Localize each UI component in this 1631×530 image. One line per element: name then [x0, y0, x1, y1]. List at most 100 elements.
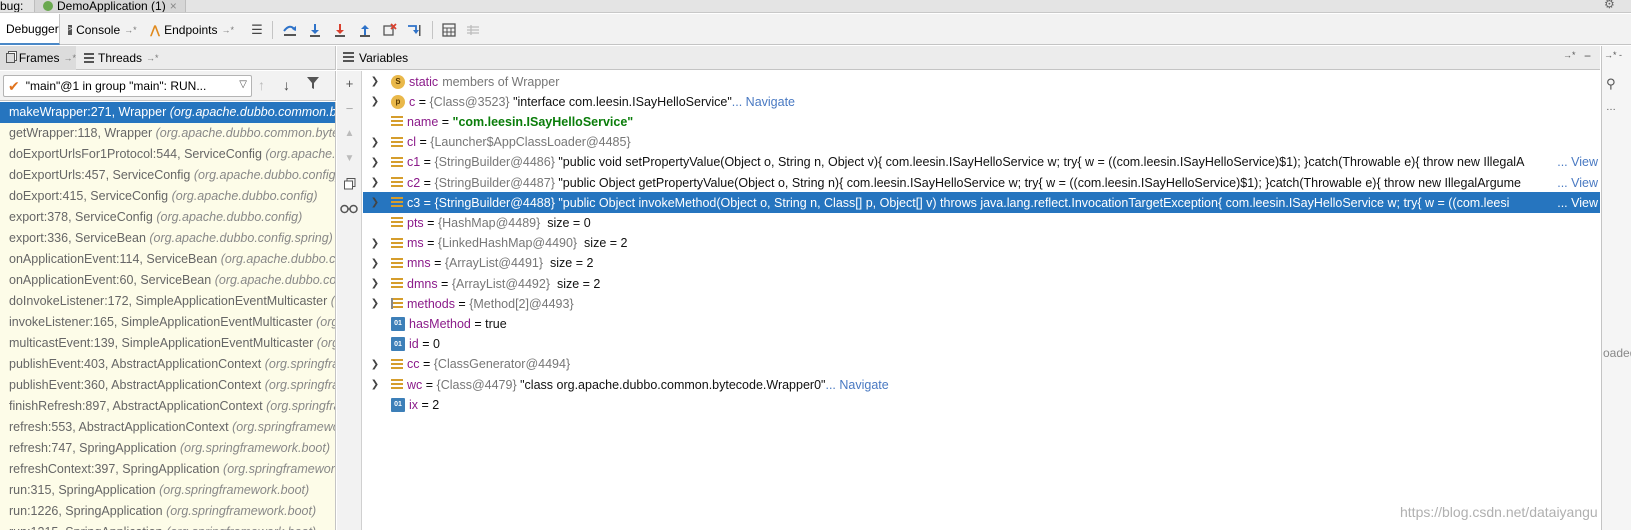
pin-icon[interactable]: →* — [1563, 50, 1576, 60]
variable-name: static — [409, 74, 439, 89]
thread-selector-value: "main"@1 in group "main": RUN... — [25, 79, 207, 93]
navigate-link[interactable]: ... Navigate — [732, 95, 795, 109]
variable-value: true — [485, 316, 507, 331]
minimize-icon[interactable]: − — [1584, 49, 1591, 63]
run-tab-demo-application[interactable]: DemoApplication (1) × — [34, 0, 186, 12]
view-link[interactable]: ... View — [1554, 155, 1598, 170]
variable-ref: {Launcher$AppClassLoader@4485} — [430, 135, 631, 150]
field-icon — [391, 177, 403, 188]
tab-label: Threads — [98, 51, 143, 65]
array-icon — [391, 298, 403, 310]
frame-item[interactable]: run:1226, SpringApplication (org.springf… — [0, 501, 335, 522]
variable-value: size = 2 — [577, 236, 628, 251]
frame-item[interactable]: onApplicationEvent:114, ServiceBean (org… — [0, 249, 335, 270]
chevron-right-icon[interactable]: ❯ — [369, 177, 381, 188]
variable-row[interactable]: 01 ix = 2 — [363, 394, 1600, 415]
step-over-icon[interactable] — [281, 21, 299, 39]
frame-item[interactable]: doInvokeListener:172, SimpleApplicationE… — [0, 291, 335, 312]
frame-item[interactable]: publishEvent:360, AbstractApplicationCon… — [0, 375, 335, 396]
chevron-right-icon[interactable]: ❯ — [369, 238, 381, 249]
frame-item[interactable]: getWrapper:118, Wrapper (org.apache.dubb… — [0, 123, 335, 144]
frame-item[interactable]: doExportUrlsFor1Protocol:544, ServiceCon… — [0, 144, 335, 165]
drop-frame-icon[interactable] — [381, 21, 399, 39]
arrow-up-icon[interactable]: ↑ — [258, 77, 265, 93]
hamburger-menu-icon[interactable]: ☰ — [248, 21, 266, 39]
step-into-icon[interactable] — [306, 21, 324, 39]
variable-value: size = 2 — [543, 256, 594, 271]
step-out-icon[interactable] — [356, 21, 374, 39]
tab-frames[interactable]: Frames →* — [0, 46, 76, 70]
tab-console[interactable]: > Console →* — [62, 14, 142, 45]
variable-row[interactable]: ❯ mns = {ArrayList@4491} size = 2 — [363, 253, 1600, 274]
variable-row[interactable]: ❯ c3 = {StringBuilder@4488} "public Objec… — [363, 192, 1600, 214]
frame-item[interactable]: run:315, SpringApplication (org.springfr… — [0, 480, 335, 501]
gear-icon[interactable]: ⚙ — [1604, 0, 1615, 10]
chevron-right-icon[interactable]: ❯ — [369, 379, 381, 390]
pin-icon[interactable]: →* — [146, 53, 159, 63]
pin-icon[interactable]: →* — [222, 25, 235, 35]
thread-selector[interactable]: ✔ "main"@1 in group "main": RUN... ▽ — [3, 75, 252, 97]
chevron-right-icon[interactable]: ❯ — [369, 137, 381, 148]
pin-icon[interactable]: →* — [63, 53, 76, 63]
variable-row[interactable]: ❯ ms = {LinkedHashMap@4490} size = 2 — [363, 233, 1600, 254]
frame-item[interactable]: refresh:553, AbstractApplicationContext … — [0, 417, 335, 438]
frame-item[interactable]: refreshContext:397, SpringApplication (o… — [0, 459, 335, 480]
view-link[interactable]: ... View — [1554, 195, 1598, 210]
pin-icon[interactable]: →* - — [1604, 50, 1622, 60]
filter-icon[interactable] — [306, 76, 320, 90]
variable-row[interactable]: ❯ cl = {Launcher$AppClassLoader@4485} — [363, 132, 1600, 153]
variable-row[interactable]: 01 id = 0 — [363, 334, 1600, 355]
chevron-right-icon[interactable]: ❯ — [369, 359, 381, 370]
variables-toolbar: + − ▲ ▼ — [337, 71, 362, 530]
tab-debugger[interactable]: Debugger — [0, 14, 60, 45]
more-icon[interactable]: … — [1606, 102, 1616, 113]
search-icon[interactable]: ⚲ — [1606, 76, 1616, 92]
chevron-right-icon[interactable]: ❯ — [369, 96, 381, 107]
frame-item[interactable]: refresh:747, SpringApplication (org.spri… — [0, 438, 335, 459]
frame-item[interactable]: doExportUrls:457, ServiceConfig (org.apa… — [0, 165, 335, 186]
chevron-right-icon[interactable]: ❯ — [369, 157, 381, 168]
chevron-right-icon[interactable]: ❯ — [369, 298, 381, 309]
tab-threads[interactable]: Threads →* — [80, 46, 160, 70]
glasses-icon[interactable] — [339, 200, 359, 217]
frame-item[interactable]: makeWrapper:271, Wrapper (org.apache.dub… — [0, 102, 335, 123]
frame-item[interactable]: finishRefresh:897, AbstractApplicationCo… — [0, 396, 335, 417]
field-icon — [391, 257, 403, 269]
frame-package: (org.springframework) — [232, 420, 335, 434]
frame-item[interactable]: publishEvent:403, AbstractApplicationCon… — [0, 354, 335, 375]
variable-row[interactable]: ❯ cc = {ClassGenerator@4494} — [363, 354, 1600, 375]
variable-row[interactable]: ❯ Sstatic members of Wrapper — [363, 71, 1600, 92]
variable-row[interactable]: ❯ c2 = {StringBuilder@4487} "public Objec… — [363, 172, 1600, 193]
chevron-right-icon[interactable]: ❯ — [369, 76, 381, 87]
copy-icon[interactable] — [341, 175, 358, 192]
chevron-right-icon[interactable]: ❯ — [369, 197, 381, 208]
variable-row[interactable]: ❯ methods = {Method[2]@4493} — [363, 293, 1600, 314]
variable-row[interactable]: ❯ wc = {Class@4479} "class org.apache.dub… — [363, 374, 1600, 395]
variable-row[interactable]: pts = {HashMap@4489} size = 0 — [363, 212, 1600, 233]
frame-item[interactable]: onApplicationEvent:60, ServiceBean (org.… — [0, 270, 335, 291]
evaluate-expression-icon[interactable] — [440, 21, 458, 39]
frame-item[interactable]: multicastEvent:139, SimpleApplicationEve… — [0, 333, 335, 354]
navigate-link[interactable]: ... Navigate — [825, 378, 888, 392]
frame-item[interactable]: run:1215, SpringApplication (org.springf… — [0, 522, 335, 530]
run-to-cursor-icon[interactable] — [406, 21, 424, 39]
variable-row[interactable]: 01 hasMethod = true — [363, 313, 1600, 334]
add-watch-icon[interactable]: + — [341, 75, 358, 92]
force-step-into-icon[interactable] — [331, 21, 349, 39]
variable-row[interactable]: ❯ c1 = {StringBuilder@4486} "public void … — [363, 152, 1600, 173]
pin-icon[interactable]: →* — [124, 25, 137, 35]
arrow-down-icon[interactable]: ↓ — [283, 77, 290, 93]
view-link[interactable]: ... View — [1554, 175, 1598, 190]
frame-item[interactable]: export:336, ServiceBean (org.apache.dubb… — [0, 228, 335, 249]
primitive-icon: 01 — [391, 397, 405, 412]
variable-row[interactable]: ❯ p c = {Class@3523} "interface com.leesin… — [363, 91, 1600, 112]
frame-item[interactable]: doExport:415, ServiceConfig (org.apache.… — [0, 186, 335, 207]
variable-row[interactable]: ❯ dmns = {ArrayList@4492} size = 2 — [363, 273, 1600, 294]
close-icon[interactable]: × — [170, 0, 177, 12]
tab-endpoints[interactable]: ⋀ Endpoints →* — [144, 14, 240, 45]
chevron-right-icon[interactable]: ❯ — [369, 258, 381, 269]
variable-row[interactable]: name = "com.leesin.ISayHelloService" — [363, 111, 1600, 132]
chevron-right-icon[interactable]: ❯ — [369, 278, 381, 289]
frame-item[interactable]: invokeListener:165, SimpleApplicationEve… — [0, 312, 335, 333]
frame-item[interactable]: export:378, ServiceConfig (org.apache.du… — [0, 207, 335, 228]
